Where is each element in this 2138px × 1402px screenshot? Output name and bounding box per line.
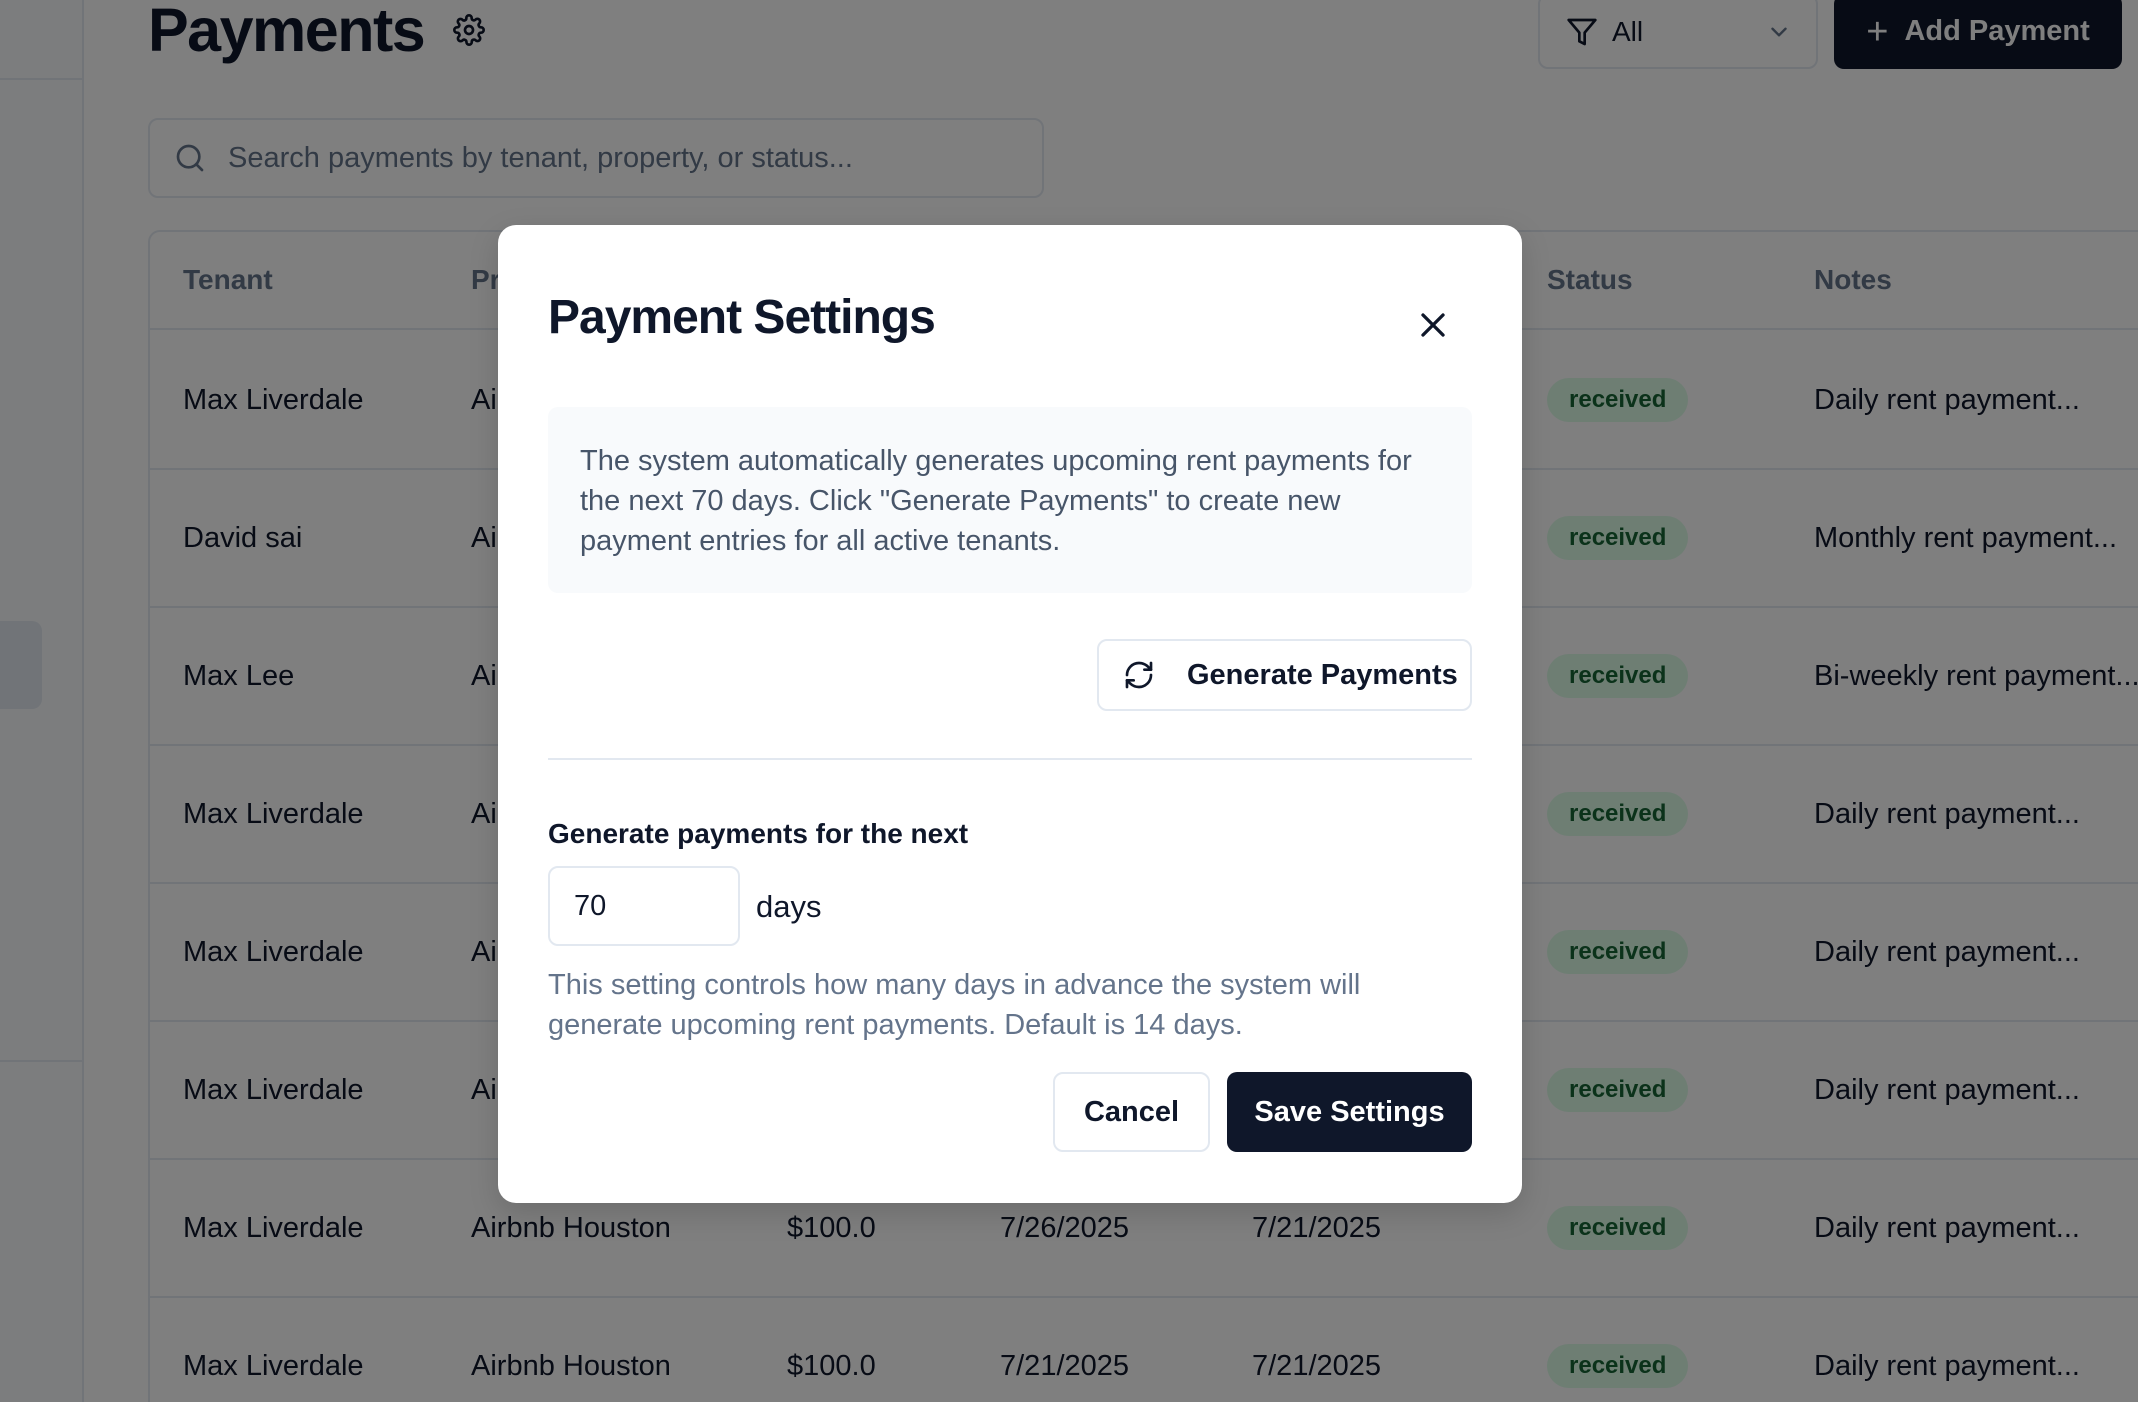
save-settings-button[interactable]: Save Settings [1227, 1072, 1472, 1152]
generate-payments-label: Generate Payments [1187, 658, 1458, 691]
payment-settings-dialog: Payment Settings The system automaticall… [498, 225, 1522, 1203]
info-panel: The system automatically generates upcom… [548, 407, 1472, 593]
close-icon[interactable] [1413, 305, 1453, 345]
dialog-title: Payment Settings [548, 291, 936, 344]
help-text: This setting controls how many days in a… [548, 969, 1361, 1041]
days-field-label: Generate payments for the next [548, 818, 969, 849]
section-divider [548, 758, 1472, 760]
days-unit-label: days [756, 889, 822, 924]
generate-payments-button[interactable]: Generate Payments [1097, 639, 1472, 711]
cancel-button[interactable]: Cancel [1053, 1072, 1210, 1152]
days-input[interactable] [548, 866, 740, 946]
refresh-icon [1125, 661, 1153, 689]
